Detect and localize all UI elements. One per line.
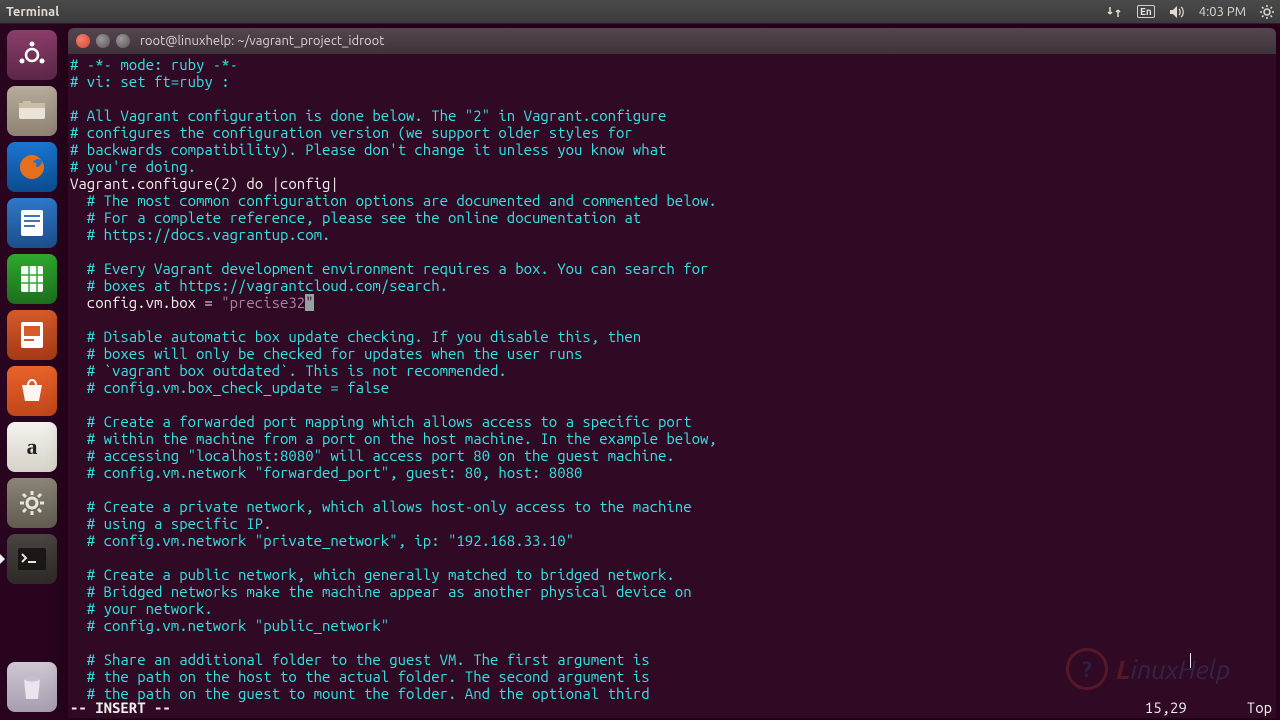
editor-line: # For a complete reference, please see t…: [70, 209, 1276, 226]
vim-rowcol: 15,29: [1145, 699, 1187, 716]
editor-line: # https://docs.vagrantup.com.: [70, 226, 1276, 243]
vim-scrollpos: Top: [1247, 699, 1272, 716]
editor-line: # boxes at https://vagrantcloud.com/sear…: [70, 277, 1276, 294]
editor-line: # vi: set ft=ruby :: [70, 73, 1276, 90]
editor-line: # configures the configuration version (…: [70, 124, 1276, 141]
editor-line: # Create a private network, which allows…: [70, 498, 1276, 515]
vim-cursor: ": [305, 294, 313, 311]
active-app-title: Terminal: [6, 5, 59, 19]
calc-icon[interactable]: [7, 254, 57, 304]
window-minimize-button[interactable]: [96, 34, 110, 48]
editor-line: [70, 549, 1276, 566]
editor-line: # All Vagrant configuration is done belo…: [70, 107, 1276, 124]
editor-line: # Create a public network, which general…: [70, 566, 1276, 583]
editor-line: # config.vm.box_check_update = false: [70, 379, 1276, 396]
window-close-button[interactable]: [76, 34, 90, 48]
dash-icon[interactable]: [7, 30, 57, 80]
editor-line: # using a specific IP.: [70, 515, 1276, 532]
editor-line: # Every Vagrant development environment …: [70, 260, 1276, 277]
volume-icon[interactable]: [1169, 5, 1185, 19]
editor-line: # your network.: [70, 600, 1276, 617]
editor-line: # Bridged networks make the machine appe…: [70, 583, 1276, 600]
vim-mode: -- INSERT --: [70, 699, 171, 716]
terminal-content[interactable]: # -*- mode: ruby -*-# vi: set ft=ruby : …: [68, 54, 1276, 718]
unity-launcher: a: [0, 24, 64, 720]
editor-line: [70, 243, 1276, 260]
clock[interactable]: 4:03 PM: [1199, 5, 1246, 19]
editor-line: [70, 90, 1276, 107]
terminal-window: root@linuxhelp: ~/vagrant_project_idroot…: [68, 28, 1276, 718]
window-titlebar[interactable]: root@linuxhelp: ~/vagrant_project_idroot: [68, 28, 1276, 54]
editor-line: # config.vm.network "private_network", i…: [70, 532, 1276, 549]
window-maximize-button[interactable]: [116, 34, 130, 48]
watermark: ? LinuxHelp: [1066, 648, 1230, 690]
amazon-icon[interactable]: a: [7, 422, 57, 472]
editor-line: [70, 396, 1276, 413]
editor-line: # boxes will only be checked for updates…: [70, 345, 1276, 362]
terminal-launcher-icon[interactable]: [7, 534, 57, 584]
editor-line: Vagrant.configure(2) do |config|: [70, 175, 1276, 192]
editor-line: # -*- mode: ruby -*-: [70, 56, 1276, 73]
editor-line: [70, 481, 1276, 498]
editor-line: # Disable automatic box update checking.…: [70, 328, 1276, 345]
editor-line: # backwards compatibility). Please don't…: [70, 141, 1276, 158]
editor-line: # accessing "localhost:8080" will access…: [70, 447, 1276, 464]
firefox-icon[interactable]: [7, 142, 57, 192]
editor-line: # Create a forwarded port mapping which …: [70, 413, 1276, 430]
editor-line: config.vm.box = "precise32": [70, 294, 1276, 311]
keyboard-layout-indicator[interactable]: En: [1137, 5, 1155, 18]
trash-icon[interactable]: [7, 662, 57, 712]
files-icon[interactable]: [7, 86, 57, 136]
writer-icon[interactable]: [7, 198, 57, 248]
impress-icon[interactable]: [7, 310, 57, 360]
editor-line: # config.vm.network "public_network": [70, 617, 1276, 634]
top-menu-bar: Terminal En 4:03 PM: [0, 0, 1280, 24]
network-indicator-icon[interactable]: [1107, 6, 1123, 18]
window-title-text: root@linuxhelp: ~/vagrant_project_idroot: [140, 34, 384, 48]
system-gear-icon[interactable]: [1260, 5, 1274, 19]
editor-line: # within the machine from a port on the …: [70, 430, 1276, 447]
editor-line: # config.vm.network "forwarded_port", gu…: [70, 464, 1276, 481]
editor-line: # `vagrant box outdated`. This is not re…: [70, 362, 1276, 379]
vim-status-bar: -- INSERT -- 15,29 Top: [68, 699, 1276, 718]
watermark-first: L: [1116, 655, 1130, 684]
editor-line: [70, 311, 1276, 328]
editor-line: # The most common configuration options …: [70, 192, 1276, 209]
watermark-rest: inuxHelp: [1130, 655, 1230, 684]
editor-line: # you're doing.: [70, 158, 1276, 175]
settings-icon[interactable]: [7, 478, 57, 528]
watermark-icon: ?: [1066, 648, 1108, 690]
software-center-icon[interactable]: [7, 366, 57, 416]
